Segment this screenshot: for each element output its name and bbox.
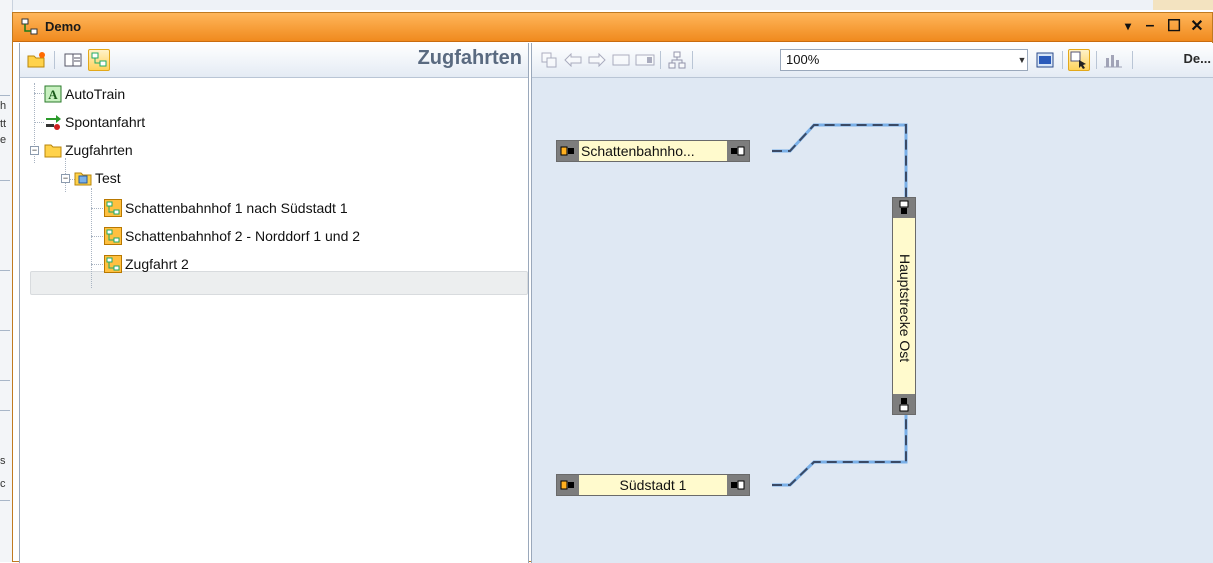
select-icon[interactable] [1068, 49, 1090, 71]
bg-fragment: s [0, 455, 6, 467]
folder-icon [44, 141, 62, 159]
tree-item-label: Schattenbahnhof 1 nach Südstadt 1 [125, 200, 348, 216]
block-label: Südstadt 1 [619, 477, 687, 493]
spontaneous-run-icon [44, 113, 62, 131]
bg-fragment: e [0, 134, 7, 146]
diagram-toolbar: 100% ▼ De... [532, 43, 1213, 78]
port-bottom-icon [893, 394, 915, 414]
zoom-value: 100% [786, 52, 820, 67]
train-route-icon [104, 255, 122, 273]
demo-window: Demo ▾ – ☐ ✕ Zugfahrten − − A AutoTrain … [12, 12, 1213, 563]
block-icon[interactable] [610, 49, 632, 71]
new-folder-icon[interactable] [26, 49, 48, 71]
diagram-panel: 100% ▼ De... Schattenbahnho... Hauptstre… [531, 43, 1213, 563]
tree-item-zugfahrten[interactable]: Zugfahrten [44, 139, 133, 161]
svg-text:A: A [48, 87, 58, 102]
zoom-dropdown-icon[interactable]: ▼ [1016, 50, 1028, 70]
minimize-button[interactable]: – [1140, 15, 1160, 37]
tree-item-label: Zugfahrt 2 [125, 256, 189, 272]
collapse-zugfahrten-icon[interactable]: − [30, 146, 39, 155]
view-icon[interactable] [1034, 49, 1056, 71]
tree-view: − − A AutoTrain Spontanfahrt Zugfahrten [20, 78, 528, 563]
tree-item-test[interactable]: Test [74, 167, 121, 189]
train-route-icon [104, 199, 122, 217]
port-top-icon [893, 198, 915, 218]
tree-item-label: AutoTrain [65, 86, 126, 102]
port-right-icon [727, 475, 749, 495]
panel-title: Zugfahrten [417, 47, 522, 69]
maximize-button[interactable]: ☐ [1164, 15, 1184, 37]
window-title: Demo [45, 19, 82, 34]
block-label: Schattenbahnho... [581, 143, 695, 159]
train-route-icon [104, 227, 122, 245]
tree-item-label: Zugfahrten [65, 142, 133, 158]
bg-fragment: tt [0, 118, 7, 130]
tree-item-label: Spontanfahrt [65, 114, 146, 130]
bg-fragment: h [0, 100, 7, 112]
list-view-icon[interactable] [62, 49, 84, 71]
copy-icon[interactable] [538, 49, 560, 71]
block-hauptstrecke-ost[interactable]: Hauptstrecke Ost [892, 197, 916, 415]
port-left-icon [557, 141, 579, 161]
port-left-icon [557, 475, 579, 495]
left-toolbar: Zugfahrten [20, 43, 528, 78]
tree-item-label: Test [95, 170, 121, 186]
collapse-test-icon[interactable]: − [61, 174, 70, 183]
close-button[interactable]: ✕ [1187, 15, 1207, 37]
tree-item-label: Schattenbahnhof 2 - Norddorf 1 und 2 [125, 228, 361, 244]
tree-item-route[interactable]: Schattenbahnhof 1 nach Südstadt 1 [104, 197, 348, 219]
arrow-right-icon[interactable] [586, 49, 608, 71]
wide-block-icon[interactable] [634, 49, 656, 71]
diagram-canvas[interactable]: Schattenbahnho... Hauptstrecke Ost Südst… [532, 78, 1213, 563]
zoom-field[interactable]: 100% [780, 49, 1028, 71]
bg-fragment: c [0, 478, 6, 490]
de-button[interactable]: De... [1184, 51, 1211, 66]
layout-icon[interactable] [666, 49, 688, 71]
autotrain-icon: A [44, 85, 62, 103]
tree-item-spontanfahrt[interactable]: Spontanfahrt [44, 111, 145, 133]
background-top [0, 0, 1213, 10]
block-label: Hauptstrecke Ost [897, 253, 913, 363]
background-top-right [1153, 0, 1213, 10]
tree-item-zugfahrt-2[interactable]: Zugfahrt 2 [104, 253, 189, 275]
chart-icon[interactable] [1102, 49, 1124, 71]
tree-view-icon[interactable] [88, 49, 110, 71]
title-bar[interactable]: Demo ▾ – ☐ ✕ [13, 13, 1212, 42]
port-right-icon [727, 141, 749, 161]
test-folder-icon [74, 169, 92, 187]
block-schattenbahnhof[interactable]: Schattenbahnho... [556, 140, 750, 162]
app-icon [21, 18, 38, 35]
train-run-tree-panel: Zugfahrten − − A AutoTrain Spontanfahrt … [19, 43, 529, 563]
window-menu-icon[interactable]: ▾ [1118, 15, 1138, 37]
arrow-left-icon[interactable] [562, 49, 584, 71]
tree-item-route[interactable]: Schattenbahnhof 2 - Norddorf 1 und 2 [104, 225, 360, 247]
tree-item-autotrain[interactable]: A AutoTrain [44, 83, 125, 105]
block-suedstadt-1[interactable]: Südstadt 1 [556, 474, 750, 496]
